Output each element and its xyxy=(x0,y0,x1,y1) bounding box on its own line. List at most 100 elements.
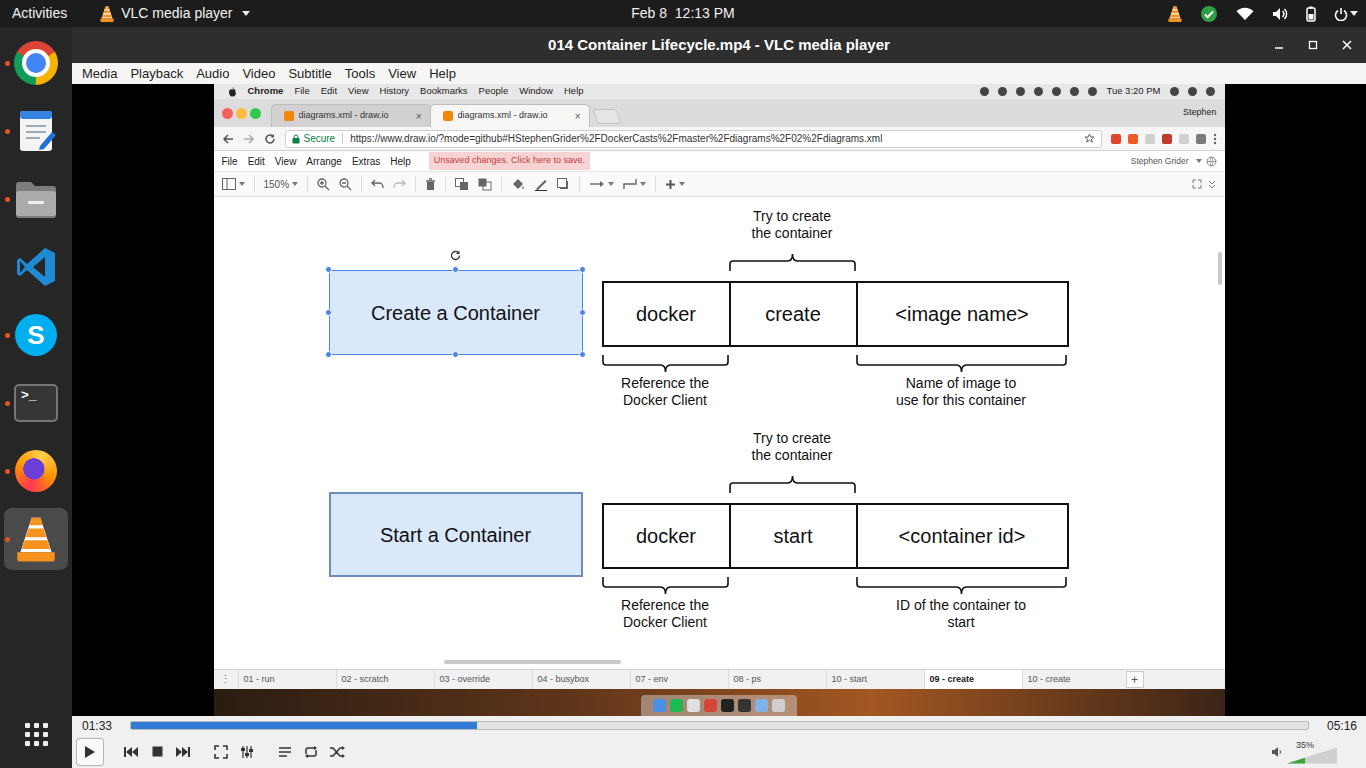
redo-icon[interactable] xyxy=(393,179,406,189)
clock[interactable]: Feb 8 12:13 PM xyxy=(631,3,735,24)
dock-app-icon[interactable] xyxy=(721,699,734,712)
diagram-shape[interactable]: Start a Container xyxy=(329,492,583,577)
zoom-menu[interactable]: 150% xyxy=(264,177,299,192)
page-tab[interactable]: 02 - scratch xyxy=(336,670,434,689)
status-icon[interactable] xyxy=(1188,87,1197,96)
status-icon[interactable] xyxy=(1088,87,1097,96)
status-icon[interactable] xyxy=(1170,87,1179,96)
dock-app-icon[interactable] xyxy=(653,699,666,712)
command-part[interactable]: <container id> xyxy=(856,503,1069,569)
menu-item[interactable]: Playback xyxy=(130,64,183,84)
command-part[interactable]: <image name> xyxy=(856,281,1069,347)
dock-app-icon[interactable] xyxy=(772,699,785,712)
star-icon[interactable] xyxy=(1084,133,1095,144)
reload-icon[interactable] xyxy=(264,133,276,145)
page-tab[interactable]: 03 - override xyxy=(434,670,532,689)
command-part[interactable]: docker xyxy=(602,503,731,569)
resize-handle[interactable] xyxy=(579,351,586,358)
shadow-icon[interactable] xyxy=(557,178,570,191)
mac-menu-item[interactable]: Edit xyxy=(321,84,337,98)
undo-icon[interactable] xyxy=(371,179,384,189)
resize-handle[interactable] xyxy=(325,266,332,273)
volume-slider[interactable]: 35% xyxy=(1287,740,1337,764)
menu-item[interactable]: Audio xyxy=(196,64,229,84)
drawio-menu-item[interactable]: Arrange xyxy=(306,154,342,169)
apple-icon[interactable] xyxy=(228,87,237,97)
add-page-button[interactable]: + xyxy=(1126,671,1144,688)
video-area[interactable]: ChromeFileEditViewHistoryBookmarksPeople… xyxy=(72,84,1366,716)
mac-menu-item[interactable]: Chrome xyxy=(248,84,284,98)
zoom-out-icon[interactable] xyxy=(339,178,352,191)
activities-button[interactable]: Activities xyxy=(0,3,67,24)
wifi-icon[interactable] xyxy=(1236,7,1254,21)
close-icon[interactable] xyxy=(1337,35,1357,55)
status-icon[interactable] xyxy=(980,87,989,96)
tab-close[interactable]: × xyxy=(575,109,581,124)
menu-item[interactable]: Subtitle xyxy=(288,64,331,84)
drawio-menu-item[interactable]: Help xyxy=(390,154,411,169)
format-panel-toggle[interactable] xyxy=(222,178,245,190)
vertical-scrollbar[interactable] xyxy=(1218,252,1222,285)
seek-bar[interactable] xyxy=(130,721,1309,730)
dock-app-icon[interactable] xyxy=(755,699,768,712)
system-tray[interactable] xyxy=(735,5,1366,23)
diagram-canvas[interactable]: Create a Containerdockercreate<image nam… xyxy=(214,197,1225,669)
maximize-icon[interactable] xyxy=(1303,35,1323,55)
mac-menu-item[interactable]: Window xyxy=(519,84,553,98)
status-icon[interactable] xyxy=(1034,87,1043,96)
update-check-icon[interactable] xyxy=(1200,5,1218,23)
menu-item[interactable]: Video xyxy=(242,64,275,84)
drawio-menu-item[interactable]: Edit xyxy=(248,154,265,169)
new-tab-button[interactable] xyxy=(592,109,621,124)
tab-close[interactable]: × xyxy=(416,109,422,124)
dock-app-icon[interactable] xyxy=(670,699,683,712)
browser-tab[interactable]: diagrams.xml - draw.io× xyxy=(271,104,431,127)
next-icon[interactable] xyxy=(170,739,196,765)
extension-icon[interactable] xyxy=(1196,134,1206,144)
mac-menu-item[interactable]: View xyxy=(348,84,368,98)
page-tab[interactable]: 10 - create xyxy=(1022,670,1120,689)
dock-item[interactable]: >_ xyxy=(4,372,68,434)
address-bar[interactable]: Securehttps://www.draw.io/?mode=github#H… xyxy=(285,130,1102,148)
mac-menu-item[interactable]: History xyxy=(380,84,410,98)
status-icon[interactable] xyxy=(1206,87,1215,96)
delete-icon[interactable] xyxy=(425,178,436,191)
profile-name[interactable]: Stephen xyxy=(1183,106,1225,120)
resize-handle[interactable] xyxy=(579,266,586,273)
drawio-menu-item[interactable]: View xyxy=(275,154,297,169)
waypoints-menu[interactable] xyxy=(623,178,646,190)
resize-handle[interactable] xyxy=(452,266,459,273)
traffic-light-icon[interactable] xyxy=(250,108,261,119)
vlc-tray-icon[interactable] xyxy=(1168,6,1182,22)
back-icon[interactable] xyxy=(222,133,234,145)
page-tab[interactable]: 04 - busybox xyxy=(532,670,630,689)
menu-item[interactable]: Media xyxy=(82,64,117,84)
collapse-icon[interactable] xyxy=(1207,179,1217,189)
drawio-menu-item[interactable]: Extras xyxy=(352,154,380,169)
mac-menu-item[interactable]: Bookmarks xyxy=(420,84,468,98)
dock-app-icon[interactable] xyxy=(704,699,717,712)
zoom-in-icon[interactable] xyxy=(317,178,330,191)
forward-icon[interactable] xyxy=(243,133,255,145)
resize-handle[interactable] xyxy=(452,351,459,358)
mac-menu-item[interactable]: People xyxy=(479,84,509,98)
line-color-icon[interactable] xyxy=(534,178,548,191)
command-part[interactable]: docker xyxy=(602,281,731,347)
to-back-icon[interactable] xyxy=(478,178,492,191)
status-icon[interactable] xyxy=(998,87,1007,96)
speaker-icon[interactable] xyxy=(1271,746,1283,758)
extension-icon[interactable] xyxy=(1111,134,1121,144)
connection-menu[interactable] xyxy=(589,180,614,188)
pages-menu[interactable]: ⋮ xyxy=(214,670,238,689)
menu-icon[interactable] xyxy=(1213,133,1217,145)
command-part[interactable]: start xyxy=(729,503,858,569)
minimize-icon[interactable] xyxy=(1269,35,1289,55)
mac-menu-item[interactable]: Help xyxy=(564,84,584,98)
playlist-icon[interactable] xyxy=(272,739,298,765)
unsaved-notice[interactable]: Unsaved changes. Click here to save. xyxy=(429,152,590,170)
page-tab[interactable]: 08 - ps xyxy=(728,670,826,689)
dock-item[interactable] xyxy=(4,100,68,162)
extension-icon[interactable] xyxy=(1162,134,1172,144)
resize-handle[interactable] xyxy=(325,351,332,358)
loop-icon[interactable] xyxy=(298,739,324,765)
